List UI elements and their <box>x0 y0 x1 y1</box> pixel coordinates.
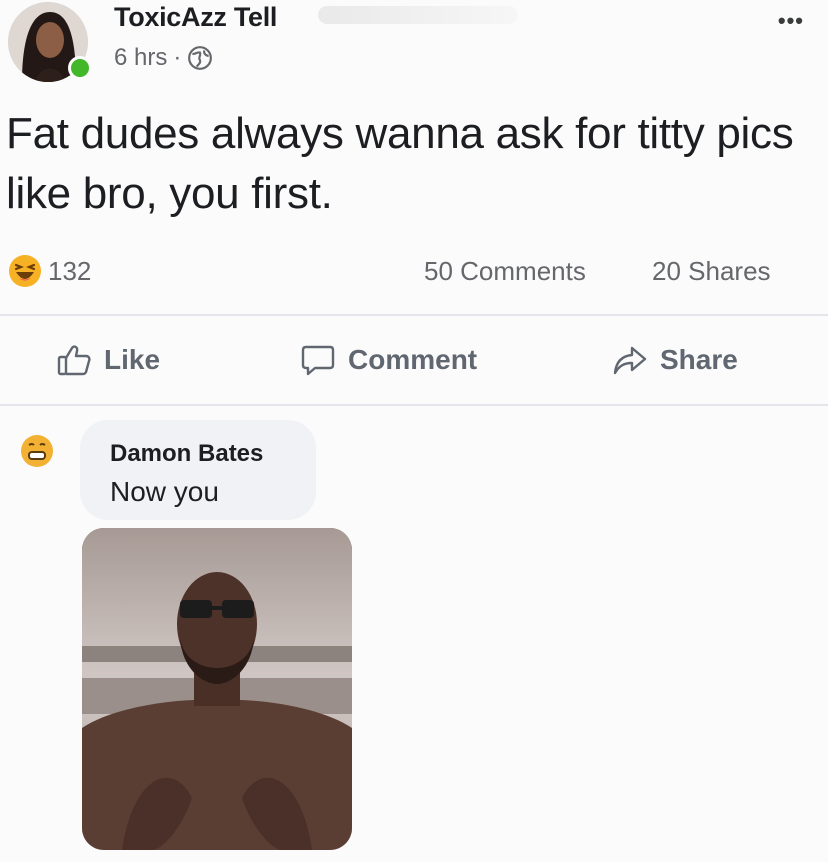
post-text: Fat dudes always wanna ask for titty pic… <box>6 109 794 218</box>
comment-text: Now you <box>110 476 219 507</box>
share-arrow-icon <box>613 346 647 375</box>
post-timestamp[interactable]: 6 hrs <box>114 44 167 72</box>
haha-icon[interactable] <box>8 254 42 288</box>
blurred-header-area <box>318 6 518 24</box>
comment-button[interactable]: Comment <box>300 342 477 378</box>
more-options-button[interactable]: ••• <box>778 8 804 34</box>
comment-bubble: Damon Bates Now you <box>80 420 316 520</box>
online-status-indicator <box>68 56 92 80</box>
like-button[interactable]: Like <box>56 342 160 378</box>
reactions-row: 132 50 Comments 20 Shares <box>0 250 828 290</box>
shares-count-link[interactable]: 20 Shares <box>652 256 771 287</box>
post-author-name[interactable]: ToxicAzz Tell <box>114 2 277 33</box>
comment-section: Damon Bates Now you <box>0 420 828 862</box>
grimace-icon[interactable] <box>20 434 54 468</box>
selfie-photo[interactable] <box>82 528 352 850</box>
meta-separator: · <box>173 44 182 71</box>
post-meta: 6 hrs · <box>114 44 213 72</box>
globe-icon <box>188 46 213 70</box>
thumbs-up-icon <box>57 345 91 376</box>
comment-label: Comment <box>348 344 478 375</box>
divider <box>0 404 828 406</box>
comments-count-link[interactable]: 50 Comments <box>424 256 586 287</box>
like-label: Like <box>104 344 161 375</box>
share-button[interactable]: Share <box>612 342 738 378</box>
post-header: ToxicAzz Tell 6 hrs · ••• <box>0 0 828 90</box>
post-action-bar: Like Comment Share <box>0 322 828 402</box>
comment-author-name[interactable]: Damon Bates <box>110 440 263 468</box>
share-label: Share <box>660 344 738 375</box>
speech-bubble-icon <box>301 345 335 376</box>
divider <box>0 314 828 316</box>
reaction-count[interactable]: 132 <box>48 256 91 287</box>
